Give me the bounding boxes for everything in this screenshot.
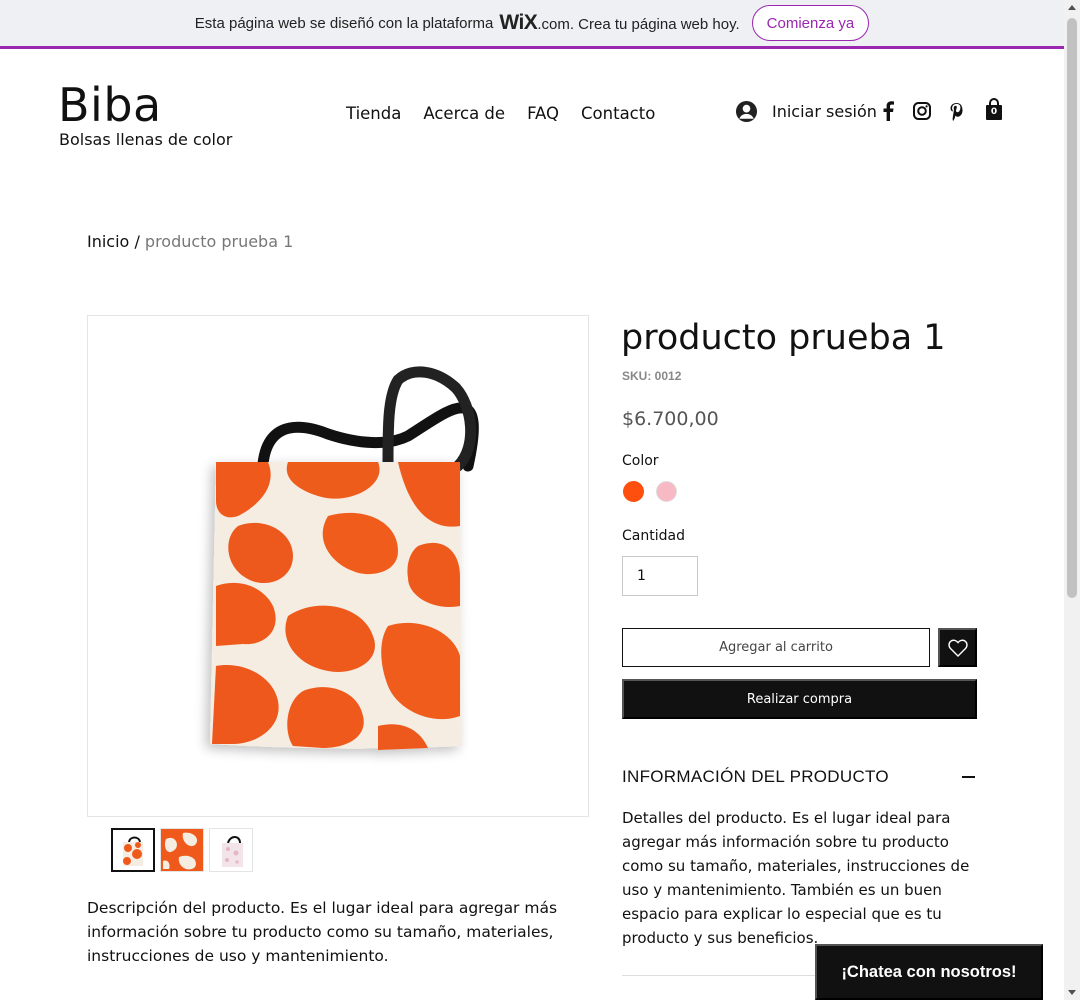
product-price: $6.700,00	[622, 408, 719, 430]
product-sku: SKU: 0012	[622, 369, 682, 383]
wix-promo-banner: Esta página web se diseñó con la platafo…	[0, 0, 1064, 49]
banner-text-before: Esta página web se diseñó con la platafo…	[194, 14, 494, 32]
start-now-button[interactable]: Comienza ya	[751, 5, 870, 41]
chat-button[interactable]: ¡Chatea con nosotros!	[815, 944, 1043, 1000]
breadcrumb-separator: /	[134, 232, 140, 251]
site-tagline: Bolsas llenas de color	[59, 130, 233, 149]
main-nav: Tienda Acerca de FAQ Contacto	[346, 104, 655, 123]
color-swatch-orange[interactable]	[623, 481, 644, 502]
instagram-icon[interactable]	[912, 100, 932, 122]
quantity-label: Cantidad	[622, 528, 685, 544]
color-label: Color	[622, 453, 659, 469]
cart-button[interactable]: 0	[984, 98, 1004, 122]
breadcrumb: Inicio / producto prueba 1	[87, 232, 293, 251]
add-to-cart-button[interactable]: Agregar al carrito	[622, 628, 930, 667]
nav-item-contacto[interactable]: Contacto	[581, 104, 655, 123]
cart-count: 0	[990, 107, 998, 117]
product-thumbnails	[111, 828, 253, 872]
page-scrollbar[interactable]	[1064, 0, 1080, 1000]
breadcrumb-current: producto prueba 1	[144, 232, 294, 251]
tote-bag-image	[210, 366, 479, 750]
nav-item-faq[interactable]: FAQ	[527, 104, 559, 123]
facebook-icon[interactable]	[878, 100, 898, 122]
login-button[interactable]: Iniciar sesión	[735, 100, 877, 123]
login-label: Iniciar sesión	[772, 102, 877, 121]
thumbnail-1[interactable]	[111, 828, 155, 872]
product-title: producto prueba 1	[621, 318, 946, 358]
wishlist-button[interactable]	[938, 628, 977, 667]
product-main-image[interactable]	[87, 315, 589, 817]
user-avatar-icon	[735, 100, 758, 123]
pattern-thumbnail-image	[161, 829, 203, 871]
quantity-input[interactable]	[622, 556, 698, 596]
scroll-thumb[interactable]	[1067, 18, 1077, 598]
scroll-down-arrow-icon[interactable]	[1068, 990, 1076, 995]
breadcrumb-home[interactable]: Inicio	[87, 232, 129, 251]
pinterest-icon[interactable]	[946, 100, 966, 122]
social-links	[878, 100, 966, 122]
product-description: Descripción del producto. Es el lugar id…	[87, 899, 558, 965]
scroll-up-arrow-icon[interactable]	[1068, 5, 1076, 10]
collapse-minus-icon[interactable]	[962, 776, 975, 778]
thumbnail-3[interactable]	[209, 828, 253, 872]
color-swatches	[623, 481, 677, 502]
color-swatch-pink[interactable]	[656, 481, 677, 502]
heart-icon	[947, 639, 968, 657]
site-logo[interactable]: Biba	[58, 78, 162, 132]
wix-logo: WiX	[499, 11, 538, 34]
nav-item-acerca-de[interactable]: Acerca de	[423, 104, 505, 123]
thumbnail-2[interactable]	[160, 828, 204, 872]
nav-item-tienda[interactable]: Tienda	[346, 104, 401, 123]
pink-bag-thumbnail-image	[210, 829, 252, 871]
wix-logo-group: WiX .com. Crea tu página web hoy.	[499, 11, 739, 35]
product-info-body: Detalles del producto. Es el lugar ideal…	[622, 809, 970, 947]
product-info-heading[interactable]: INFORMACIÓN DEL PRODUCTO	[622, 767, 889, 787]
bag-thumbnail-image	[113, 830, 153, 870]
buy-now-button[interactable]: Realizar compra	[622, 679, 977, 719]
banner-text-after: .com. Crea tu página web hoy.	[537, 16, 740, 33]
